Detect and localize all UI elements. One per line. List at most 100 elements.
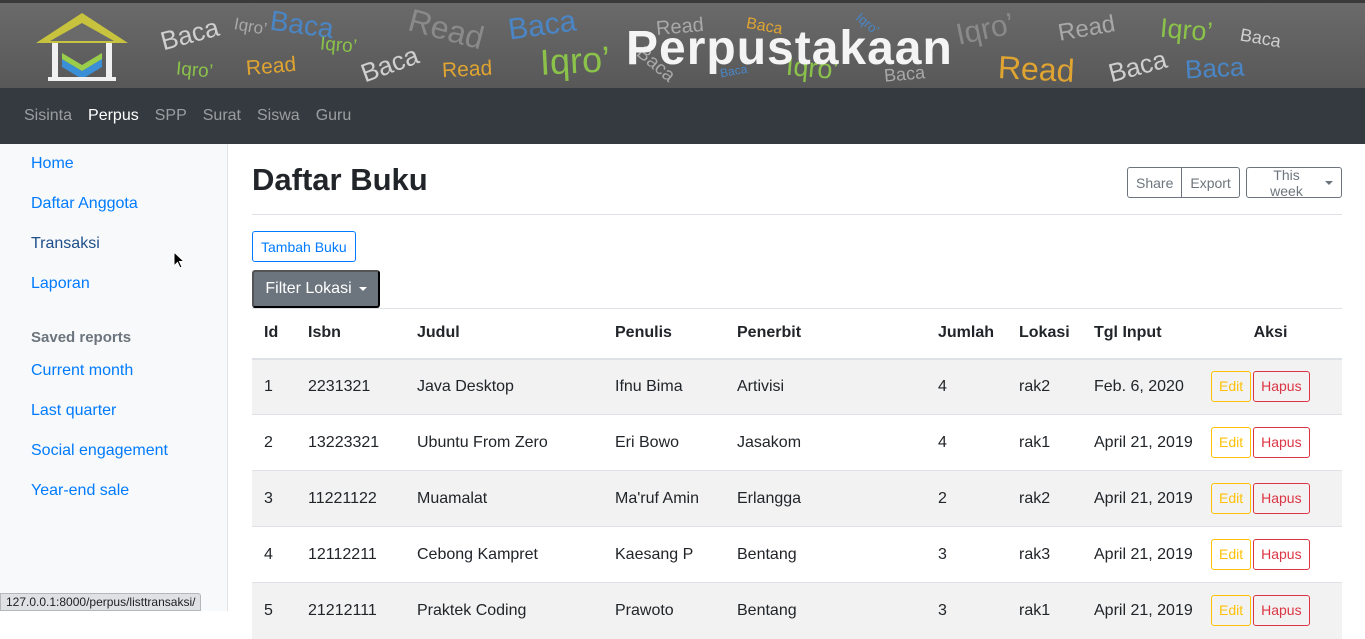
decor-word: Iqro’ [953, 7, 1018, 52]
cell-aksi: Edit Hapus [1199, 414, 1342, 471]
nav-item-surat[interactable]: Surat [195, 107, 249, 125]
period-label: This week [1270, 166, 1303, 199]
cell-penerbit: Erlangga [725, 470, 926, 527]
cell-penerbit: Bentang [725, 526, 926, 583]
decor-word: Baca [1184, 51, 1246, 85]
decor-word: Baca [157, 11, 223, 57]
delete-button[interactable]: Hapus [1253, 371, 1310, 403]
cell-aksi: Edit Hapus [1199, 470, 1342, 527]
cell-jumlah: 2 [926, 470, 1007, 527]
cell-aksi: Edit Hapus [1199, 526, 1342, 583]
decor-word: Iqro’ [319, 33, 358, 58]
cell-judul: Java Desktop [405, 358, 603, 415]
filter-location-label: Filter Lokasi [265, 280, 352, 297]
top-navbar: Sisinta Perpus SPP Surat Siswa Guru [0, 88, 1365, 144]
caret-down-icon [1325, 180, 1333, 185]
column-header-judul: Judul [405, 308, 603, 360]
share-export-group: Share Export [1127, 167, 1240, 198]
cell-penulis: Ifnu Bima [603, 358, 725, 415]
nav-item-spp[interactable]: SPP [147, 107, 195, 125]
cell-lokasi: rak2 [1007, 358, 1082, 415]
cell-aksi: Edit Hapus [1199, 358, 1342, 415]
export-button[interactable]: Export [1182, 167, 1240, 198]
cell-lokasi: rak2 [1007, 470, 1082, 527]
decor-word: Iqro’ [232, 14, 269, 39]
browser-status-url: 127.0.0.1:8000/perpus/listtransaksi/ [0, 593, 202, 611]
cell-lokasi: rak1 [1007, 414, 1082, 471]
cell-penerbit: Artivisi [725, 358, 926, 415]
cell-judul: Muamalat [405, 470, 603, 527]
column-header-tgl-input: Tgl Input [1082, 308, 1199, 360]
cell-jumlah: 4 [926, 358, 1007, 415]
cell-penulis: Eri Bowo [603, 414, 725, 471]
column-header-penerbit: Penerbit [725, 308, 926, 360]
saved-report-last-quarter[interactable]: Last quarter [31, 402, 116, 420]
nav-item-perpus[interactable]: Perpus [80, 107, 147, 125]
header-banner: Baca Iqro’ Baca Iqro’ Iqro’ Read Baca Re… [0, 0, 1365, 88]
delete-button[interactable]: Hapus [1253, 539, 1310, 570]
decor-word: Baca [1238, 24, 1283, 52]
saved-reports-heading: Saved reports [31, 329, 132, 346]
cell-id: 4 [252, 526, 296, 583]
nav-item-sisinta[interactable]: Sisinta [16, 107, 80, 125]
cell-tgl-input: April 21, 2019 [1082, 414, 1199, 471]
column-header-isbn: Isbn [296, 308, 405, 360]
cell-isbn: 13223321 [296, 414, 405, 471]
decor-word: Baca [1105, 43, 1171, 88]
cell-judul: Ubuntu From Zero [405, 414, 603, 471]
decor-word: Read [1056, 10, 1118, 47]
column-header-jumlah: Jumlah [926, 308, 1007, 360]
sidebar-item-transaksi[interactable]: Transaksi [31, 235, 100, 253]
edit-button[interactable]: Edit [1211, 539, 1252, 570]
nav-item-guru[interactable]: Guru [308, 107, 360, 125]
column-header-lokasi: Lokasi [1007, 308, 1082, 360]
cell-tgl-input: Feb. 6, 2020 [1082, 358, 1199, 415]
title-divider [252, 214, 1342, 215]
table-row: 4 12112211 Cebong Kampret Kaesang P Bent… [252, 526, 1342, 583]
filter-location-dropdown[interactable]: Filter Lokasi [252, 270, 380, 308]
cell-isbn: 11221122 [296, 470, 405, 527]
decor-word: Read [997, 49, 1076, 88]
edit-button[interactable]: Edit [1211, 427, 1252, 458]
add-book-button[interactable]: Tambah Buku [252, 231, 356, 262]
table-row: 1 2231321 Java Desktop Ifnu Bima Artivis… [252, 358, 1342, 415]
period-dropdown-button[interactable]: This week [1246, 166, 1342, 199]
edit-button[interactable]: Edit [1211, 483, 1252, 514]
column-header-id: Id [252, 308, 296, 360]
cell-jumlah: 4 [926, 414, 1007, 471]
banner-title: Perpustakaan [626, 22, 953, 75]
sidebar: Home Daftar Anggota Transaksi Laporan Sa… [0, 144, 228, 611]
decor-word: Iqro’ [1158, 12, 1214, 48]
mouse-cursor-icon [173, 251, 185, 269]
cell-penulis: Kaesang P [603, 526, 725, 583]
cell-isbn: 2231321 [296, 358, 405, 415]
nav-item-siswa[interactable]: Siswa [249, 107, 308, 125]
table-row: 2 13223321 Ubuntu From Zero Eri Bowo Jas… [252, 414, 1342, 471]
saved-report-current-month[interactable]: Current month [31, 362, 133, 380]
cell-id: 2 [252, 414, 296, 471]
cell-judul: Cebong Kampret [405, 526, 603, 583]
cell-jumlah: 3 [926, 526, 1007, 583]
cell-tgl-input: April 21, 2019 [1082, 526, 1199, 583]
decor-word: Iqro’ [538, 38, 612, 83]
sidebar-item-laporan[interactable]: Laporan [31, 275, 90, 293]
decor-word: Read [441, 56, 493, 83]
share-button[interactable]: Share [1127, 167, 1183, 198]
cell-penulis: Ma'ruf Amin [603, 470, 725, 527]
sidebar-item-home[interactable]: Home [31, 155, 74, 173]
saved-report-year-end-sale[interactable]: Year-end sale [31, 482, 129, 500]
edit-button[interactable]: Edit [1211, 371, 1252, 403]
cell-id: 3 [252, 470, 296, 527]
cell-lokasi: rak3 [1007, 526, 1082, 583]
sidebar-item-daftar-anggota[interactable]: Daftar Anggota [31, 195, 138, 213]
decor-word: Iqro’ [175, 58, 214, 83]
caret-down-icon [358, 287, 367, 291]
delete-button[interactable]: Hapus [1253, 427, 1310, 458]
column-header-penulis: Penulis [603, 308, 725, 360]
books-table: Id Isbn Judul Penulis Penerbit Jumlah Lo… [252, 308, 1342, 639]
page-title: Daftar Buku [252, 162, 428, 197]
delete-button[interactable]: Hapus [1253, 483, 1310, 514]
table-row: 3 11221122 Muamalat Ma'ruf Amin Erlangga… [252, 470, 1342, 527]
library-logo-icon [36, 13, 128, 81]
saved-report-social-engagement[interactable]: Social engagement [31, 442, 168, 460]
